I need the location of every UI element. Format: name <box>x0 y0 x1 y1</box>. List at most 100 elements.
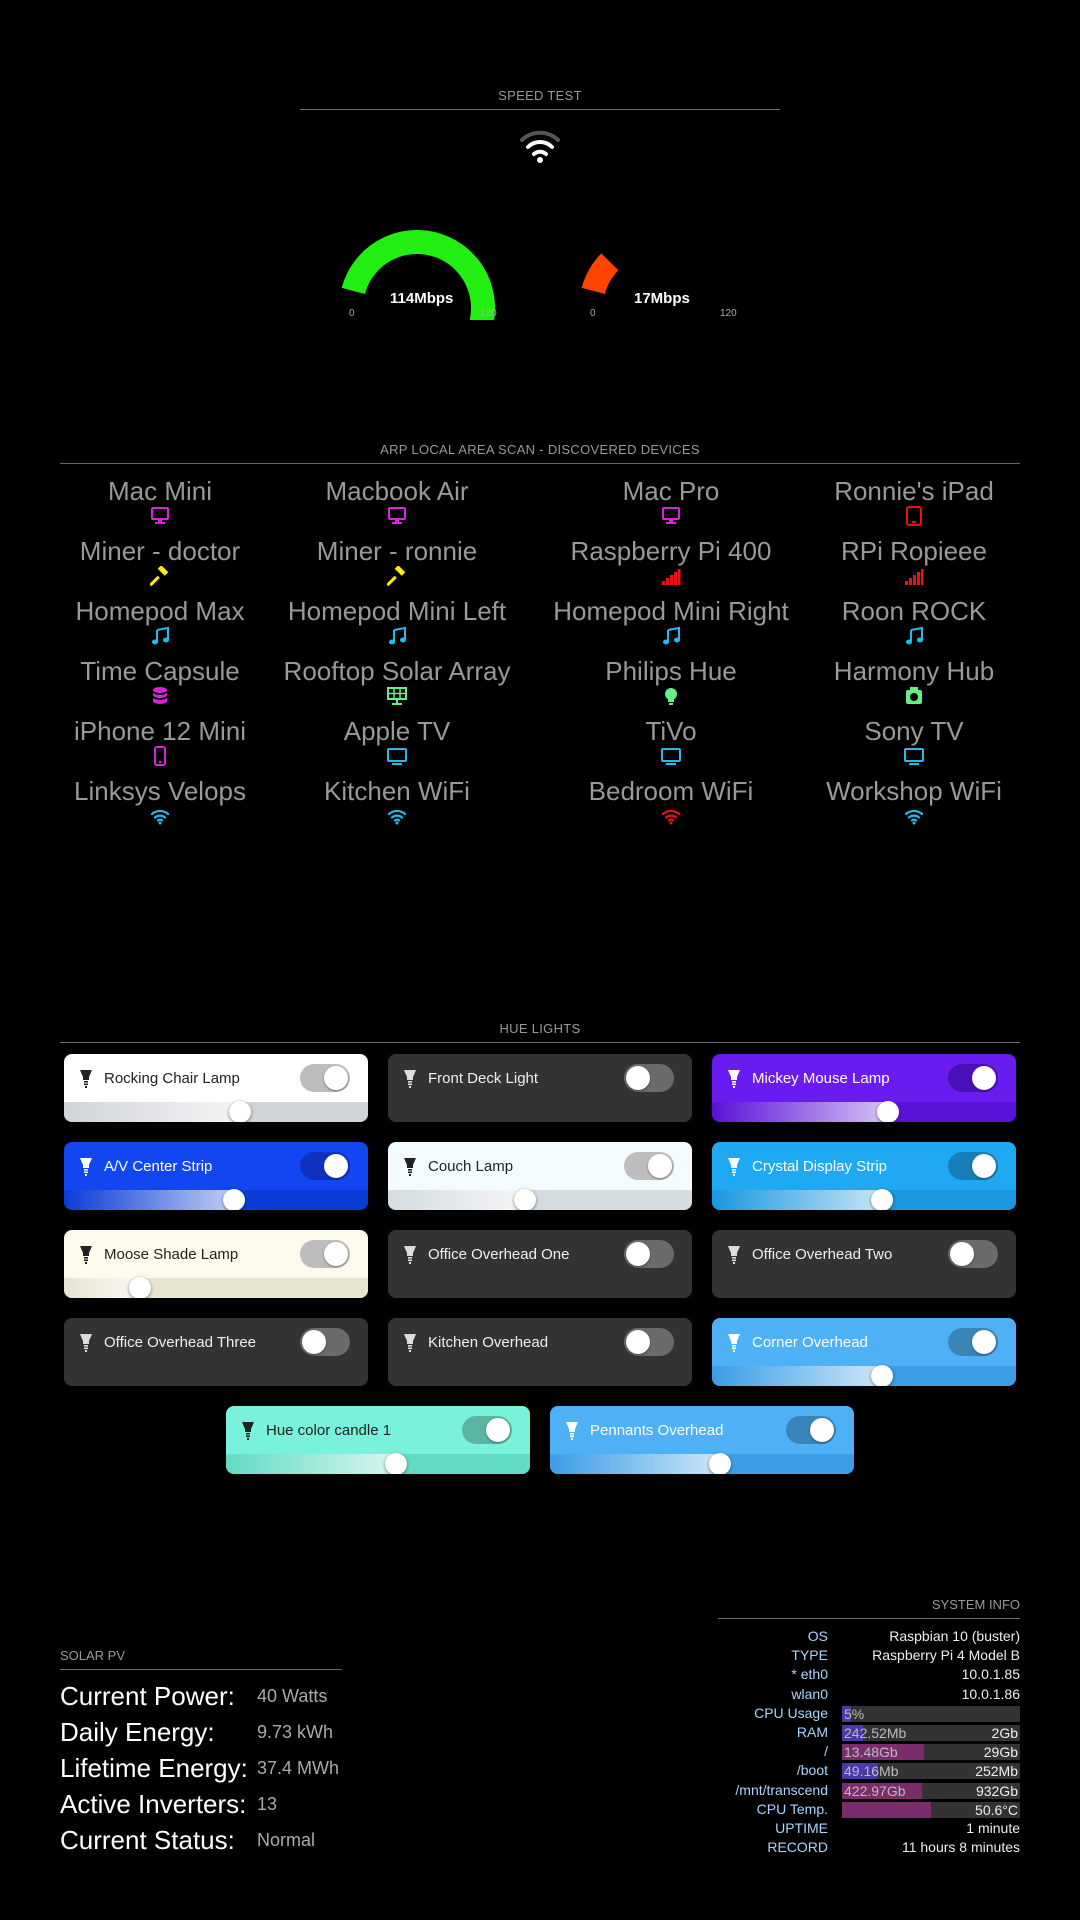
brightness-slider[interactable] <box>226 1453 530 1474</box>
lamp-icon <box>78 1157 94 1177</box>
tv-icon <box>779 746 1049 776</box>
power-toggle[interactable] <box>624 1328 674 1356</box>
power-toggle[interactable] <box>948 1152 998 1180</box>
hue-header: HUE LIGHTS <box>60 1021 1020 1043</box>
brightness-slider[interactable] <box>64 1101 368 1122</box>
power-toggle[interactable] <box>624 1240 674 1268</box>
solar-label: Daily Energy: <box>60 1717 215 1747</box>
brightness-knob[interactable] <box>229 1101 252 1122</box>
wifi-icon <box>520 130 560 163</box>
usage-bar: 242.52Mb 2Gb <box>842 1725 1020 1741</box>
power-toggle[interactable] <box>948 1328 998 1356</box>
hue-light-card[interactable]: Hue color candle 1 <box>226 1406 530 1474</box>
sysinfo-row-cpu: CPU Usage 5% <box>718 1705 1020 1724</box>
solar-label: Active Inverters: <box>60 1789 247 1819</box>
brightness-slider[interactable] <box>64 1189 368 1210</box>
brightness-fill <box>226 1454 397 1474</box>
solar-row: Daily Energy: 9.73 kWh <box>60 1717 360 1753</box>
solar-row: Active Inverters: 13 <box>60 1789 360 1825</box>
device-item: Apple TV <box>262 716 532 776</box>
hue-light-card[interactable]: Crystal Display Strip <box>712 1142 1016 1210</box>
sysinfo-row-record: RECORD 11 hours 8 minutes <box>718 1839 1020 1858</box>
brightness-slider[interactable] <box>712 1365 1016 1386</box>
toggle-knob <box>324 1066 348 1090</box>
sysinfo-label: OS <box>807 1628 828 1644</box>
device-item: Mac Mini <box>25 476 295 536</box>
brightness-knob[interactable] <box>223 1189 246 1210</box>
device-name: Kitchen WiFi <box>324 776 470 806</box>
device-item: Sony TV <box>779 716 1049 776</box>
hue-light-name: Moose Shade Lamp <box>104 1246 239 1263</box>
toggle-knob <box>972 1154 996 1178</box>
hue-light-name: Couch Lamp <box>428 1158 514 1175</box>
hue-light-card[interactable]: Moose Shade Lamp <box>64 1230 368 1298</box>
toggle-knob <box>972 1330 996 1354</box>
solar-row: Current Power: 40 Watts <box>60 1681 360 1717</box>
sysinfo-label: CPU Temp. <box>756 1800 828 1817</box>
upload-max: 120 <box>720 308 737 319</box>
power-toggle[interactable] <box>624 1152 674 1180</box>
brightness-slider[interactable] <box>712 1189 1016 1210</box>
music-icon <box>25 626 295 656</box>
device-name: Raspberry Pi 400 <box>570 536 772 566</box>
hue-light-card[interactable]: Couch Lamp <box>388 1142 692 1210</box>
signal-icon <box>536 566 806 596</box>
usage-bar-fill <box>842 1801 931 1818</box>
power-toggle[interactable] <box>948 1240 998 1268</box>
power-toggle[interactable] <box>786 1416 836 1444</box>
sysinfo-label: RAM <box>796 1724 828 1740</box>
lamp-icon <box>564 1421 580 1441</box>
hue-light-card[interactable]: Corner Overhead <box>712 1318 1016 1386</box>
device-item: Homepod Max <box>25 596 295 656</box>
power-toggle[interactable] <box>300 1064 350 1092</box>
hue-light-card[interactable]: Office Overhead Three <box>64 1318 368 1386</box>
power-toggle[interactable] <box>624 1064 674 1092</box>
power-toggle[interactable] <box>300 1152 350 1180</box>
lamp-icon <box>402 1069 418 1089</box>
hue-light-card[interactable]: Office Overhead Two <box>712 1230 1016 1298</box>
phone-icon <box>25 746 295 776</box>
lamp-icon <box>726 1245 742 1265</box>
brightness-knob[interactable] <box>871 1189 894 1210</box>
hue-light-name: Pennants Overhead <box>590 1422 724 1439</box>
brightness-fill <box>712 1102 889 1122</box>
hue-light-card[interactable]: Kitchen Overhead <box>388 1318 692 1386</box>
usage-used: 5% <box>844 1705 865 1722</box>
hue-light-card[interactable]: Front Deck Light <box>388 1054 692 1122</box>
device-item: TiVo <box>536 716 806 776</box>
power-toggle[interactable] <box>300 1328 350 1356</box>
solar-value: Normal <box>257 1830 316 1850</box>
sysinfo-label: / <box>824 1743 828 1760</box>
hue-light-card[interactable]: Office Overhead One <box>388 1230 692 1298</box>
solar-row: Lifetime Energy: 37.4 MWh <box>60 1753 360 1789</box>
device-item: Homepod Mini Right <box>536 596 806 656</box>
brightness-knob[interactable] <box>385 1453 408 1474</box>
brightness-knob[interactable] <box>513 1189 536 1210</box>
hue-light-card[interactable]: Rocking Chair Lamp <box>64 1054 368 1122</box>
brightness-knob[interactable] <box>871 1365 894 1386</box>
brightness-knob[interactable] <box>877 1101 900 1122</box>
usage-total: 29Gb <box>983 1744 1018 1761</box>
hue-light-name: Corner Overhead <box>752 1334 868 1351</box>
power-toggle[interactable] <box>948 1064 998 1092</box>
device-item: iPhone 12 Mini <box>25 716 295 776</box>
hue-light-card[interactable]: Mickey Mouse Lamp <box>712 1054 1016 1122</box>
brightness-knob[interactable] <box>709 1453 732 1474</box>
brightness-slider[interactable] <box>388 1189 692 1210</box>
power-toggle[interactable] <box>462 1416 512 1444</box>
hue-light-name: Office Overhead Three <box>104 1334 257 1351</box>
brightness-knob[interactable] <box>129 1277 151 1298</box>
sysinfo-label: UPTIME <box>775 1820 828 1836</box>
hue-light-card[interactable]: A/V Center Strip <box>64 1142 368 1210</box>
device-name: Linksys Velops <box>74 776 246 806</box>
usage-bar: 13.48Gb 29Gb <box>842 1744 1020 1761</box>
device-name: Mac Mini <box>107 476 212 506</box>
lamp-icon <box>240 1421 256 1441</box>
sysinfo-label: RECORD <box>767 1839 828 1856</box>
hue-light-card[interactable]: Pennants Overhead <box>550 1406 854 1474</box>
brightness-slider[interactable] <box>550 1453 854 1474</box>
solar-label: Current Power: <box>60 1681 235 1711</box>
power-toggle[interactable] <box>300 1240 350 1268</box>
brightness-slider[interactable] <box>64 1277 368 1298</box>
brightness-slider[interactable] <box>712 1101 1016 1122</box>
